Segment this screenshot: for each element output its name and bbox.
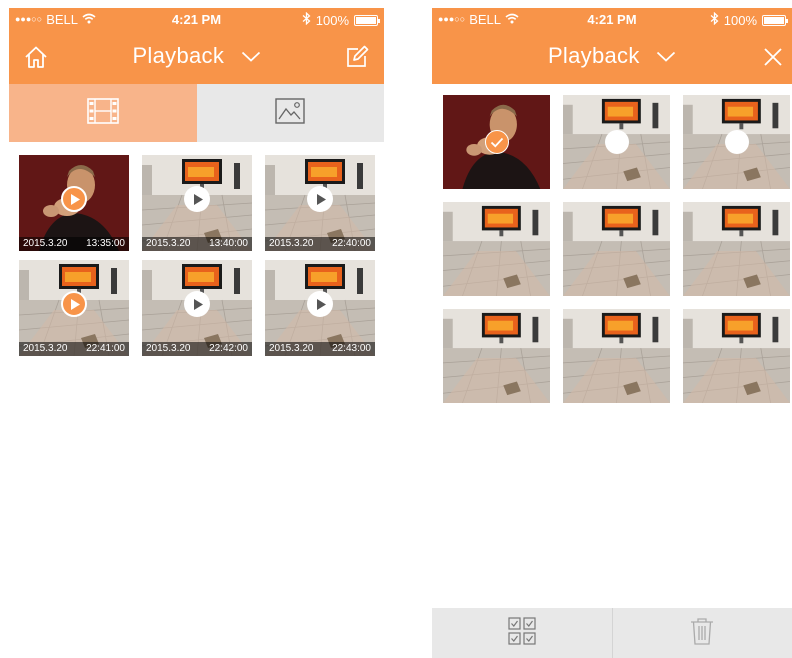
video-thumbnail[interactable]: 2015.3.20 22:40:00 xyxy=(265,155,375,251)
video-time: 13:40:00 xyxy=(209,238,248,249)
checkmark-icon[interactable] xyxy=(484,130,509,154)
bluetooth-icon xyxy=(710,11,719,28)
action-bar xyxy=(432,608,792,658)
video-caption: 2015.3.20 22:41:00 xyxy=(19,342,129,356)
tab-photos[interactable] xyxy=(196,84,384,142)
chevron-down-icon xyxy=(241,42,261,68)
select-all-icon xyxy=(508,616,536,650)
video-time: 22:42:00 xyxy=(209,343,248,354)
page-title: Playback xyxy=(547,43,640,68)
video-thumbnail[interactable]: 2015.3.20 13:40:00 xyxy=(142,155,252,251)
selection-grid xyxy=(443,95,790,403)
video-caption: 2015.3.20 22:40:00 xyxy=(265,237,375,251)
video-thumbnail[interactable]: 2015.3.20 22:42:00 xyxy=(142,260,252,356)
room-thumbnail-image xyxy=(683,309,790,403)
header: ●●●○○ BELL 4:21 PM 100% Playback xyxy=(432,8,792,84)
room-thumbnail-image xyxy=(683,202,790,296)
video-date: 2015.3.20 xyxy=(269,343,314,354)
close-icon[interactable] xyxy=(758,42,788,72)
selection-circle[interactable] xyxy=(604,130,629,154)
room-thumbnail-image xyxy=(443,309,550,403)
room-thumbnail-image xyxy=(563,202,670,296)
selectable-thumbnail[interactable] xyxy=(443,309,550,403)
image-icon xyxy=(275,97,305,129)
bluetooth-icon xyxy=(302,11,311,28)
room-thumbnail-image xyxy=(563,309,670,403)
video-time: 22:40:00 xyxy=(332,238,371,249)
trash-icon xyxy=(690,617,714,650)
tab-videos[interactable] xyxy=(9,84,197,142)
video-time: 13:35:00 xyxy=(86,238,125,249)
media-type-segment xyxy=(9,84,384,142)
page-title-dropdown[interactable]: Playback xyxy=(9,43,384,69)
video-date: 2015.3.20 xyxy=(269,238,314,249)
video-time: 22:41:00 xyxy=(86,343,125,354)
selectable-thumbnail[interactable] xyxy=(443,202,550,296)
battery-icon xyxy=(762,14,788,26)
header: ●●●○○ BELL 4:21 PM 100% Playback xyxy=(9,8,384,84)
play-icon[interactable] xyxy=(61,186,87,213)
video-caption: 2015.3.20 22:43:00 xyxy=(265,342,375,356)
play-icon[interactable] xyxy=(307,186,333,213)
video-caption: 2015.3.20 13:35:00 xyxy=(19,237,129,251)
video-date: 2015.3.20 xyxy=(23,238,68,249)
battery-icon xyxy=(354,14,380,26)
battery-percent: 100% xyxy=(315,12,349,28)
selectable-thumbnail[interactable] xyxy=(683,309,790,403)
select-all-button[interactable] xyxy=(432,608,612,658)
video-time: 22:43:00 xyxy=(332,343,371,354)
video-film-icon xyxy=(86,97,119,129)
page-title-dropdown[interactable]: Playback xyxy=(432,43,792,69)
video-caption: 2015.3.20 22:42:00 xyxy=(142,342,252,356)
page-title: Playback xyxy=(132,43,225,68)
video-thumbnail[interactable]: 2015.3.20 22:43:00 xyxy=(265,260,375,356)
video-date: 2015.3.20 xyxy=(23,343,68,354)
playback-screen-browse: ●●●○○ BELL 4:21 PM 100% Playback 2015.3.… xyxy=(9,0,384,658)
playback-screen-select: ●●●○○ BELL 4:21 PM 100% Playback xyxy=(432,0,792,658)
edit-icon[interactable] xyxy=(342,42,372,72)
room-thumbnail-image xyxy=(443,202,550,296)
video-thumbnail[interactable]: 2015.3.20 22:41:00 xyxy=(19,260,129,356)
video-date: 2015.3.20 xyxy=(146,343,191,354)
play-icon[interactable] xyxy=(184,291,210,318)
battery-percent: 100% xyxy=(723,12,757,28)
video-thumbnail[interactable]: 2015.3.20 13:35:00 xyxy=(19,155,129,251)
play-icon[interactable] xyxy=(61,291,87,318)
status-bar: ●●●○○ BELL 4:21 PM 100% xyxy=(9,8,384,30)
selectable-thumbnail[interactable] xyxy=(683,202,790,296)
selectable-thumbnail[interactable] xyxy=(683,95,790,189)
video-caption: 2015.3.20 13:40:00 xyxy=(142,237,252,251)
status-bar: ●●●○○ BELL 4:21 PM 100% xyxy=(432,8,792,30)
selectable-thumbnail[interactable] xyxy=(443,95,550,189)
selectable-thumbnail[interactable] xyxy=(563,309,670,403)
selection-circle[interactable] xyxy=(724,130,749,154)
video-date: 2015.3.20 xyxy=(146,238,191,249)
play-icon[interactable] xyxy=(307,291,333,318)
chevron-down-icon xyxy=(656,42,676,68)
selectable-thumbnail[interactable] xyxy=(563,202,670,296)
selectable-thumbnail[interactable] xyxy=(563,95,670,189)
delete-button[interactable] xyxy=(611,608,792,658)
video-grid: 2015.3.20 13:35:00 2015.3.20 13:40:00 2015.3… xyxy=(19,155,375,356)
play-icon[interactable] xyxy=(184,186,210,213)
